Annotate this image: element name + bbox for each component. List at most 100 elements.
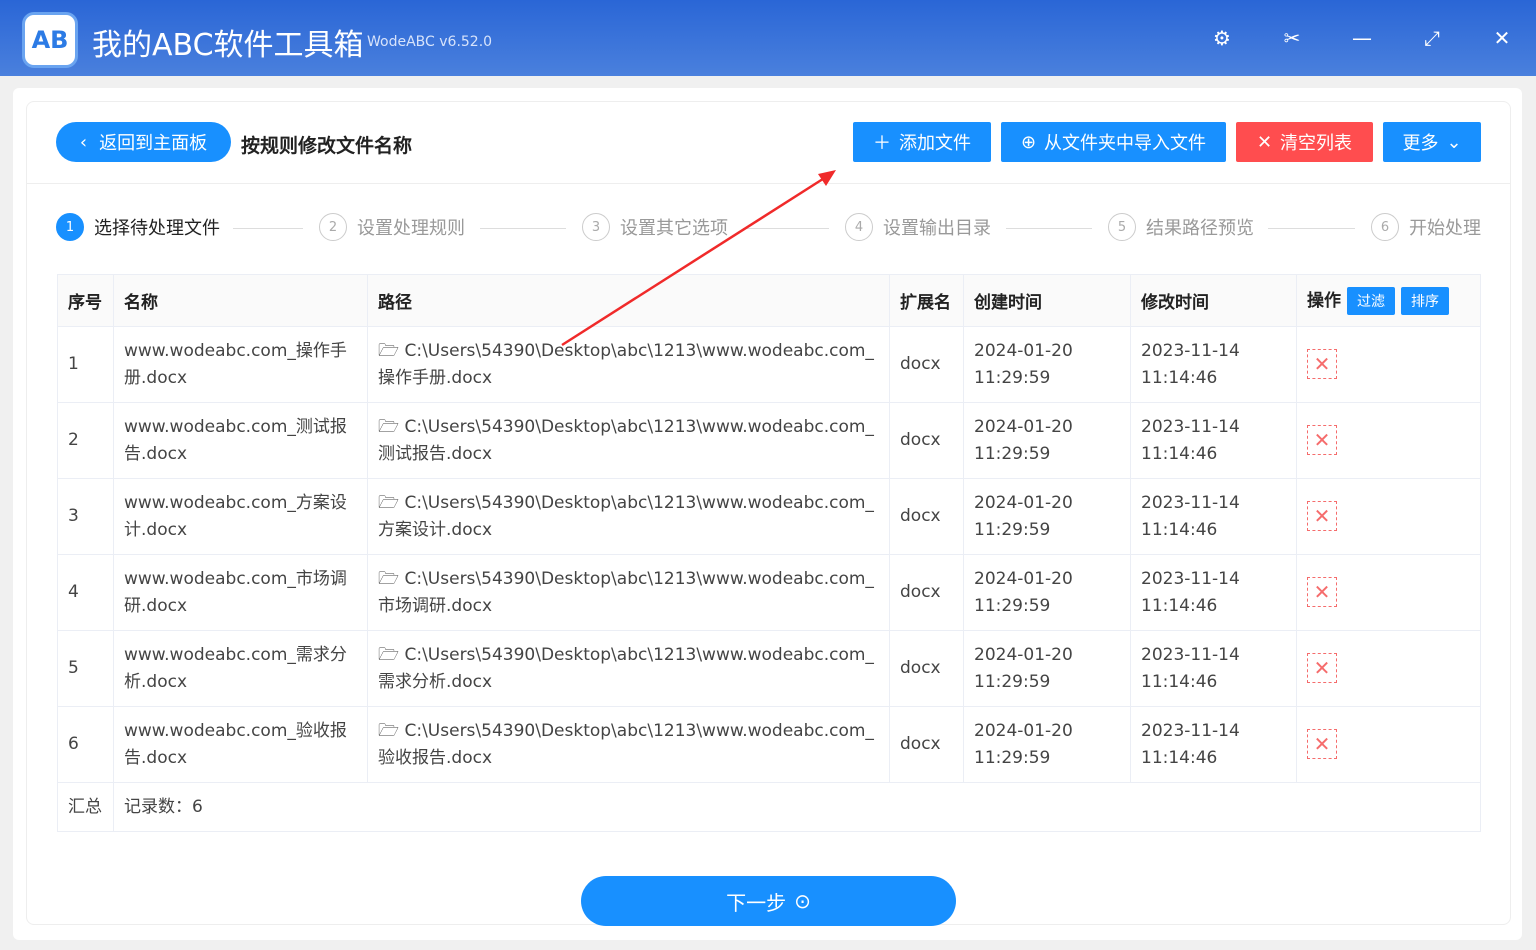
step-label: 开始处理 xyxy=(1409,218,1481,239)
folder-icon[interactable]: 🗁 xyxy=(378,721,404,741)
row-modified: 2023-11-14 11:14:46 xyxy=(1130,478,1297,555)
delete-row-icon[interactable]: ✕ xyxy=(1307,349,1337,379)
row-ext: docx xyxy=(889,478,964,555)
row-created: 2024-01-20 11:29:59 xyxy=(963,706,1131,783)
x-icon: ✕ xyxy=(1256,131,1273,153)
title-bar: AB 我的ABC软件工具箱 WodeABC v6.52.0 ⚙ ✂ — ⤢ ✕ xyxy=(0,0,1536,76)
row-name: www.wodeabc.com_方案设计.docx xyxy=(113,478,368,555)
row-name: www.wodeabc.com_操作手册.docx xyxy=(113,326,368,403)
row-actions: ✕ xyxy=(1296,554,1481,631)
add-file-button[interactable]: ＋ 添加文件 xyxy=(853,122,991,162)
table-row[interactable]: 5 www.wodeabc.com_需求分析.docx 🗁 C:\Users\5… xyxy=(57,630,1481,707)
delete-row-icon[interactable]: ✕ xyxy=(1307,653,1337,683)
step-label: 设置处理规则 xyxy=(357,218,465,239)
step-number: 5 xyxy=(1108,213,1136,241)
add-file-label: 添加文件 xyxy=(899,133,971,154)
row-index: 3 xyxy=(57,478,114,555)
step-connector xyxy=(1006,228,1092,229)
back-label: 返回到主面板 xyxy=(99,133,208,154)
row-actions: ✕ xyxy=(1296,402,1481,479)
step-label: 结果路径预览 xyxy=(1146,218,1254,239)
folder-icon[interactable]: 🗁 xyxy=(378,417,404,437)
summary-count: 记录数：6 xyxy=(113,782,1481,832)
row-modified: 2023-11-14 11:14:46 xyxy=(1130,554,1297,631)
maximize-icon[interactable]: ⤢ xyxy=(1420,26,1444,50)
filter-button[interactable]: 过滤 xyxy=(1347,287,1395,315)
step-connector xyxy=(1268,228,1355,229)
table-row[interactable]: 6 www.wodeabc.com_验收报告.docx 🗁 C:\Users\5… xyxy=(57,706,1481,783)
col-index: 序号 xyxy=(57,274,114,327)
table-row[interactable]: 3 www.wodeabc.com_方案设计.docx 🗁 C:\Users\5… xyxy=(57,478,1481,555)
path-text: C:\Users\54390\Desktop\abc\1213\www.wode… xyxy=(378,416,874,464)
minimize-icon[interactable]: — xyxy=(1350,26,1374,50)
folder-icon[interactable]: 🗁 xyxy=(378,645,404,665)
row-path: 🗁 C:\Users\54390\Desktop\abc\1213\www.wo… xyxy=(367,706,890,783)
more-label: 更多 xyxy=(1402,133,1439,154)
folder-icon[interactable]: 🗁 xyxy=(378,341,404,361)
row-index: 2 xyxy=(57,402,114,479)
gear-icon[interactable]: ⚙ xyxy=(1210,26,1234,50)
row-name: www.wodeabc.com_市场调研.docx xyxy=(113,554,368,631)
delete-row-icon[interactable]: ✕ xyxy=(1307,577,1337,607)
step-number: 4 xyxy=(845,213,873,241)
row-actions: ✕ xyxy=(1296,706,1481,783)
scissors-icon[interactable]: ✂ xyxy=(1280,26,1304,50)
col-actions: 操作 过滤 排序 xyxy=(1296,274,1481,327)
row-name: www.wodeabc.com_需求分析.docx xyxy=(113,630,368,707)
next-step-button[interactable]: 下一步 ⊙ xyxy=(581,876,956,926)
page-title: 按规则修改文件名称 xyxy=(241,135,413,157)
col-ext: 扩展名 xyxy=(889,274,964,327)
col-created: 创建时间 xyxy=(963,274,1131,327)
row-path: 🗁 C:\Users\54390\Desktop\abc\1213\www.wo… xyxy=(367,478,890,555)
path-text: C:\Users\54390\Desktop\abc\1213\www.wode… xyxy=(378,720,874,768)
delete-row-icon[interactable]: ✕ xyxy=(1307,729,1337,759)
clear-list-label: 清空列表 xyxy=(1280,133,1353,154)
clear-list-button[interactable]: ✕ 清空列表 xyxy=(1236,122,1373,162)
table-row[interactable]: 4 www.wodeabc.com_市场调研.docx 🗁 C:\Users\5… xyxy=(57,554,1481,631)
path-text: C:\Users\54390\Desktop\abc\1213\www.wode… xyxy=(378,340,874,388)
file-table: 序号 名称 路径 扩展名 创建时间 修改时间 操作 过滤 排序 1 www.wode… xyxy=(57,274,1481,832)
table-row[interactable]: 2 www.wodeabc.com_测试报告.docx 🗁 C:\Users\5… xyxy=(57,402,1481,479)
next-label: 下一步 xyxy=(726,890,787,915)
row-path: 🗁 C:\Users\54390\Desktop\abc\1213\www.wo… xyxy=(367,402,890,479)
folder-icon[interactable]: 🗁 xyxy=(378,493,404,513)
app-title: 我的ABC软件工具箱 xyxy=(92,28,364,63)
row-ext: docx xyxy=(889,326,964,403)
row-created: 2024-01-20 11:29:59 xyxy=(963,326,1131,403)
row-ext: docx xyxy=(889,402,964,479)
arrow-right-circle-icon: ⊙ xyxy=(794,889,811,913)
app-version: WodeABC v6.52.0 xyxy=(367,34,493,50)
app-logo: AB xyxy=(22,12,78,68)
col-path: 路径 xyxy=(367,274,890,327)
step-6: 6 开始处理 xyxy=(1371,213,1481,241)
delete-row-icon[interactable]: ✕ xyxy=(1307,425,1337,455)
step-4: 4 设置输出目录 xyxy=(845,213,991,241)
row-modified: 2023-11-14 11:14:46 xyxy=(1130,706,1297,783)
row-path: 🗁 C:\Users\54390\Desktop\abc\1213\www.wo… xyxy=(367,326,890,403)
close-icon[interactable]: ✕ xyxy=(1490,26,1514,50)
step-2: 2 设置处理规则 xyxy=(319,213,465,241)
step-1: 1 选择待处理文件 xyxy=(56,213,220,241)
table-row[interactable]: 1 www.wodeabc.com_操作手册.docx 🗁 C:\Users\5… xyxy=(57,326,1481,403)
row-created: 2024-01-20 11:29:59 xyxy=(963,478,1131,555)
folder-icon[interactable]: 🗁 xyxy=(378,569,404,589)
row-path: 🗁 C:\Users\54390\Desktop\abc\1213\www.wo… xyxy=(367,630,890,707)
path-text: C:\Users\54390\Desktop\abc\1213\www.wode… xyxy=(378,568,874,616)
row-created: 2024-01-20 11:29:59 xyxy=(963,402,1131,479)
row-actions: ✕ xyxy=(1296,478,1481,555)
step-label: 设置其它选项 xyxy=(620,218,728,239)
step-5: 5 结果路径预览 xyxy=(1108,213,1254,241)
step-connector xyxy=(743,228,829,229)
delete-row-icon[interactable]: ✕ xyxy=(1307,501,1337,531)
sort-button[interactable]: 排序 xyxy=(1401,287,1449,315)
step-number: 2 xyxy=(319,213,347,241)
back-to-main-button[interactable]: ‹ 返回到主面板 xyxy=(56,122,231,162)
more-button[interactable]: 更多 ⌄ xyxy=(1383,122,1481,162)
row-modified: 2023-11-14 11:14:46 xyxy=(1130,630,1297,707)
step-number: 3 xyxy=(582,213,610,241)
divider xyxy=(27,183,1510,184)
row-index: 4 xyxy=(57,554,114,631)
import-folder-button[interactable]: ⊕ 从文件夹中导入文件 xyxy=(1001,122,1226,162)
summary-label: 汇总 xyxy=(57,782,114,832)
row-actions: ✕ xyxy=(1296,630,1481,707)
